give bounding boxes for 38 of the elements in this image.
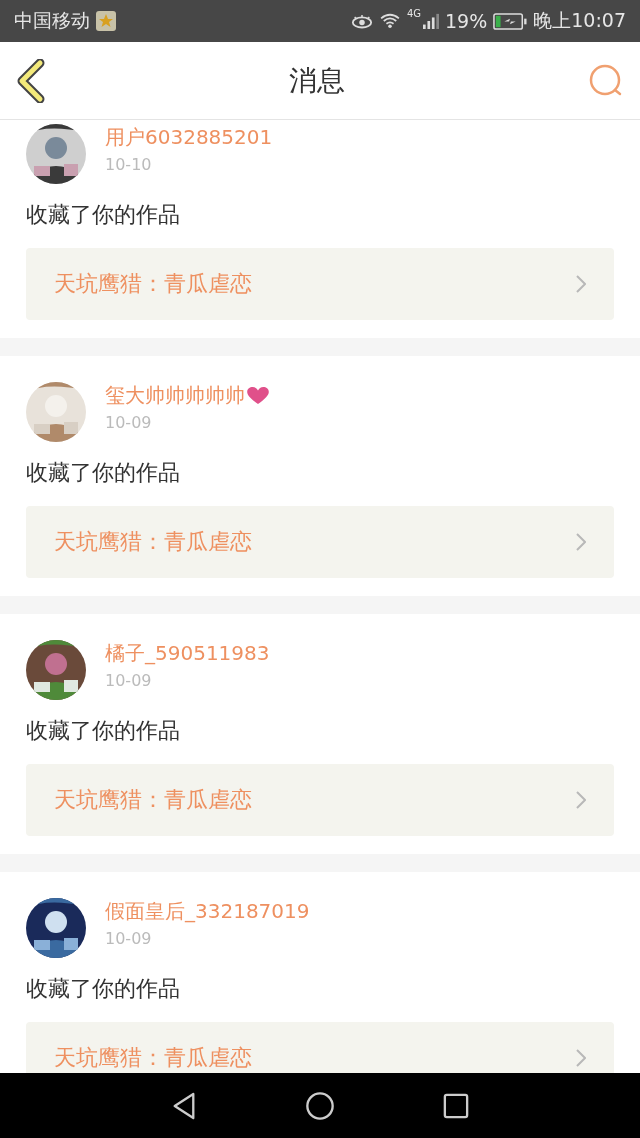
battery-icon <box>493 12 528 30</box>
work-title: 天坑鹰猎：青瓜虐恋 <box>54 270 252 298</box>
work-card[interactable]: 天坑鹰猎：青瓜虐恋 <box>26 764 614 836</box>
message-date: 10-09 <box>105 413 153 432</box>
network-type: 4G <box>406 8 421 19</box>
back-button[interactable] <box>16 58 46 103</box>
eye-icon <box>350 13 373 29</box>
work-title: 天坑鹰猎：青瓜虐恋 <box>54 786 252 814</box>
back-button[interactable] <box>171 1090 197 1121</box>
message-text: 收藏了你的作品 <box>26 975 181 1003</box>
chevron-icon <box>576 791 586 809</box>
message-text: 收藏了你的作品 <box>26 717 181 745</box>
work-title: 天坑鹰猎：青瓜虐恋 <box>54 528 252 556</box>
heart-icon <box>247 386 269 405</box>
message-text: 收藏了你的作品 <box>26 459 181 487</box>
recents-button[interactable] <box>443 1092 469 1119</box>
work-card[interactable]: 天坑鹰猎：青瓜虐恋 <box>26 248 614 320</box>
message-date: 10-10 <box>105 155 153 174</box>
carrier-name: 中国移动 <box>14 8 90 33</box>
chevron-icon <box>576 1049 586 1067</box>
user-name[interactable]: 玺大帅帅帅帅帅 <box>105 382 245 409</box>
message-text: 收藏了你的作品 <box>26 201 181 229</box>
page-title: 消息 <box>289 62 345 99</box>
clock: 晚上10:07 <box>533 8 626 33</box>
message-date: 10-09 <box>105 671 153 690</box>
chevron-icon <box>576 533 586 551</box>
user-name[interactable]: 橘子_590511983 <box>105 640 270 667</box>
user-name[interactable]: 用户6032885201 <box>105 124 273 151</box>
signal-icon <box>423 12 439 30</box>
user-name[interactable]: 假面皇后_332187019 <box>105 898 310 925</box>
message-date: 10-09 <box>105 929 153 948</box>
work-card[interactable]: 天坑鹰猎：青瓜虐恋 <box>26 1022 614 1073</box>
work-card[interactable]: 天坑鹰猎：青瓜虐恋 <box>26 506 614 578</box>
chevron-icon <box>576 275 586 293</box>
wifi-icon <box>378 13 401 29</box>
battery-percent: 19% <box>445 10 488 32</box>
home-button[interactable] <box>305 1090 335 1121</box>
work-title: 天坑鹰猎：青瓜虐恋 <box>54 1044 252 1072</box>
